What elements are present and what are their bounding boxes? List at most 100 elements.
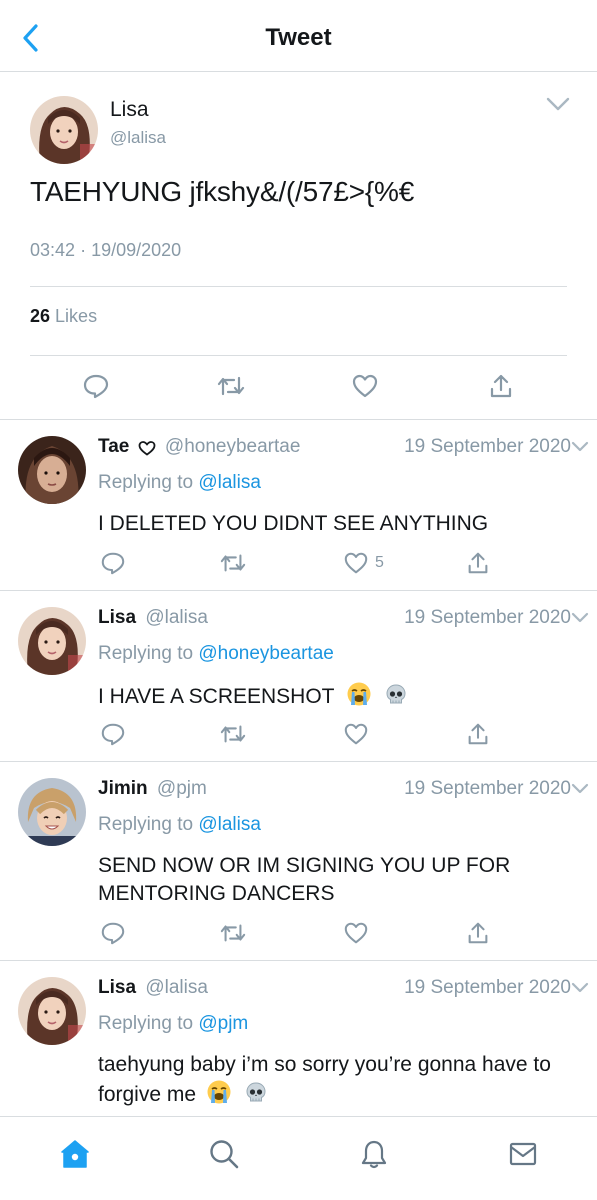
avatar[interactable] [18,436,86,504]
share-button[interactable] [465,550,491,576]
author-handle[interactable]: @pjm [157,778,207,799]
chevron-down-icon [546,97,570,111]
replying-to-mention[interactable]: @pjm [198,1013,248,1034]
reply-tweet[interactable]: Lisa @lalisa 19 September 2020 Replying … [0,961,597,1116]
reply-text: SEND NOW OR IM SIGNING YOU UP FOR MENTOR… [98,854,511,905]
replying-to-mention[interactable]: @lalisa [198,814,261,835]
avatar[interactable] [18,778,86,846]
reply-actions [0,920,597,948]
author-handle[interactable]: @lalisa [145,977,208,998]
reply-button[interactable] [100,920,126,946]
retweet-icon [220,554,246,572]
top-bar: Tweet [0,0,597,72]
share-button[interactable] [465,920,491,946]
loudly-crying-face-icon [207,1080,231,1104]
heart-icon [344,922,368,944]
skull-icon [386,684,406,704]
like-button[interactable] [343,721,369,747]
replying-to: Replying to @pjm [98,1013,248,1035]
author-name[interactable]: Tae [98,436,129,457]
avatar[interactable] [18,607,86,675]
replying-to: Replying to @lalisa [98,814,261,836]
tweet-time: 03:42 [30,240,76,260]
reply-button[interactable] [100,550,126,576]
page-title: Tweet [265,24,332,51]
tweet-text: TAEHYUNG jfkshy&/(/57£>{%€ [30,176,415,207]
reply-menu-button[interactable] [571,611,589,625]
share-button[interactable] [487,372,515,400]
divider [30,286,567,287]
share-icon [468,723,488,745]
retweet-button[interactable] [219,550,247,576]
chevron-down-icon [571,612,589,623]
tab-search[interactable] [207,1137,241,1171]
like-button[interactable] [343,920,369,946]
reply-text: I DELETED YOU DIDNT SEE ANYTHING [98,512,489,535]
search-icon [210,1140,239,1169]
replying-to: Replying to @lalisa [98,472,261,494]
retweet-icon [217,376,245,396]
retweet-button[interactable] [216,372,246,400]
reply-tweet[interactable]: Lisa @lalisa 19 September 2020 Replying … [0,591,597,762]
share-button[interactable] [465,721,491,747]
author-name[interactable]: Lisa [110,98,149,122]
notifications-icon [361,1140,387,1169]
reply-icon [101,723,125,746]
reply-icon [101,552,125,575]
home-icon [61,1140,89,1168]
avatar[interactable] [18,977,86,1045]
author-name[interactable]: Lisa [98,977,136,998]
reply-date: 19 September 2020 [404,436,571,457]
tweet-timestamp: 03:42 · 19/09/2020 [30,240,181,261]
reply-tweet[interactable]: Jimin @pjm 19 September 2020 Replying to… [0,762,597,961]
reply-menu-button[interactable] [571,782,589,796]
chevron-down-icon [571,441,589,452]
replying-prefix: Replying to [98,643,194,664]
replying-to-mention[interactable]: @lalisa [198,472,261,493]
reply-tweet[interactable]: Tae @honeybeartae 19 September 2020 Repl… [0,420,597,591]
replying-to: Replying to @honeybeartae [98,643,334,665]
retweet-button[interactable] [219,920,247,946]
bottom-tab-bar [0,1116,597,1200]
reply-date: 19 September 2020 [404,607,571,628]
replying-to-mention[interactable]: @honeybeartae [198,643,334,664]
reply-date: 19 September 2020 [404,778,571,799]
author-handle[interactable]: @lalisa [145,607,208,628]
share-icon [468,552,488,574]
reply-icon [101,922,125,945]
share-icon [490,374,512,398]
author-name[interactable]: Jimin [98,778,148,799]
likes-count: 26 [30,306,51,326]
tab-messages[interactable] [506,1137,540,1171]
retweet-icon [220,725,246,743]
reply-date: 19 September 2020 [404,977,571,998]
tweet-menu-button[interactable] [545,94,571,114]
reply-button[interactable] [100,721,126,747]
avatar[interactable] [30,96,98,164]
like-button[interactable] [351,372,379,400]
tweet-date: 19/09/2020 [91,240,182,260]
reply-text-container: I HAVE A SCREENSHOT [98,681,568,711]
reply-button[interactable] [82,372,110,400]
author-handle[interactable]: @lalisa [110,128,166,148]
author-handle[interactable]: @honeybeartae [165,436,301,457]
retweet-button[interactable] [219,721,247,747]
share-icon [468,922,488,944]
reply-actions: 5 [0,550,597,578]
meta-separator: · [80,240,92,260]
heart-outline-emoji-icon [138,441,156,456]
reply-text: taehyung baby i’m so sorry you’re gonna … [98,1053,551,1106]
like-count: 5 [375,554,384,571]
reply-menu-button[interactable] [571,440,589,454]
likes-label: Likes [55,306,98,326]
main-tweet: Lisa @lalisa TAEHYUNG jfkshy&/(/57£>{%€ … [0,72,597,420]
retweet-icon [220,924,246,942]
tab-home[interactable] [58,1137,92,1171]
reply-menu-button[interactable] [571,981,589,995]
likes-stat[interactable]: 26 Likes [30,306,97,327]
reply-text-container: taehyung baby i’m so sorry you’re gonna … [98,1051,568,1109]
tab-notifications[interactable] [357,1137,391,1171]
like-button[interactable]: 5 [343,550,384,576]
author-name[interactable]: Lisa [98,607,136,628]
heart-icon [344,723,368,745]
